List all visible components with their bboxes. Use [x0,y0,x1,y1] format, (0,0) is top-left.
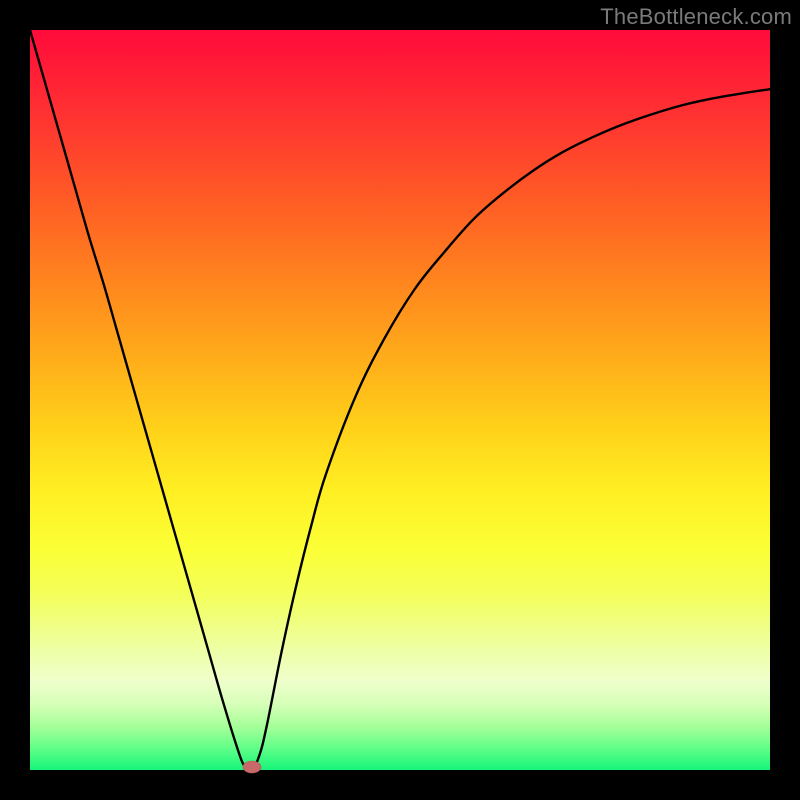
chart-frame: TheBottleneck.com [0,0,800,800]
plot-area [30,30,770,770]
minimum-marker [243,761,261,773]
curve-svg [30,30,770,770]
bottleneck-curve [30,30,770,771]
watermark-text: TheBottleneck.com [600,4,792,30]
